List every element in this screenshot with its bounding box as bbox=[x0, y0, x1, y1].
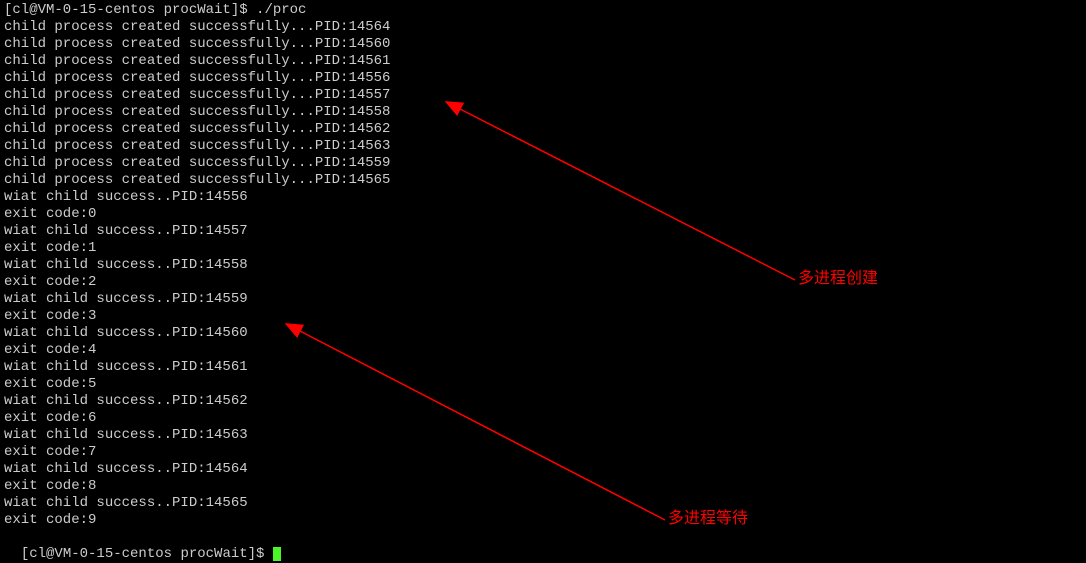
output-line: exit code:2 bbox=[4, 274, 1082, 291]
output-line: child process created successfully...PID… bbox=[4, 138, 1082, 155]
output-line: wiat child success..PID:14562 bbox=[4, 393, 1082, 410]
output-line: exit code:5 bbox=[4, 376, 1082, 393]
output-line: child process created successfully...PID… bbox=[4, 121, 1082, 138]
output-line: child process created successfully...PID… bbox=[4, 87, 1082, 104]
output-line: wiat child success..PID:14557 bbox=[4, 223, 1082, 240]
output-line: exit code:9 bbox=[4, 512, 1082, 529]
output-line: wiat child success..PID:14563 bbox=[4, 427, 1082, 444]
output-line: wiat child success..PID:14561 bbox=[4, 359, 1082, 376]
shell-prompt-command: [cl@VM-0-15-centos procWait]$ ./proc bbox=[4, 2, 1082, 19]
output-line: exit code:3 bbox=[4, 308, 1082, 325]
output-line: child process created successfully...PID… bbox=[4, 36, 1082, 53]
output-line: wiat child success..PID:14558 bbox=[4, 257, 1082, 274]
output-line: exit code:8 bbox=[4, 478, 1082, 495]
output-line: wiat child success..PID:14559 bbox=[4, 291, 1082, 308]
output-line: child process created successfully...PID… bbox=[4, 155, 1082, 172]
output-line: wiat child success..PID:14560 bbox=[4, 325, 1082, 342]
output-line: child process created successfully...PID… bbox=[4, 172, 1082, 189]
output-line: exit code:0 bbox=[4, 206, 1082, 223]
output-line: child process created successfully...PID… bbox=[4, 53, 1082, 70]
output-line: child process created successfully...PID… bbox=[4, 19, 1082, 36]
output-line: wiat child success..PID:14556 bbox=[4, 189, 1082, 206]
output-line: child process created successfully...PID… bbox=[4, 104, 1082, 121]
shell-prompt[interactable]: [cl@VM-0-15-centos procWait]$ bbox=[4, 529, 1082, 563]
cursor-icon bbox=[273, 547, 281, 561]
output-line: exit code:4 bbox=[4, 342, 1082, 359]
output-line: child process created successfully...PID… bbox=[4, 70, 1082, 87]
output-line: exit code:6 bbox=[4, 410, 1082, 427]
output-line: wiat child success..PID:14564 bbox=[4, 461, 1082, 478]
output-line: exit code:7 bbox=[4, 444, 1082, 461]
shell-prompt-text: [cl@VM-0-15-centos procWait]$ bbox=[21, 546, 273, 562]
output-line: wiat child success..PID:14565 bbox=[4, 495, 1082, 512]
output-line: exit code:1 bbox=[4, 240, 1082, 257]
